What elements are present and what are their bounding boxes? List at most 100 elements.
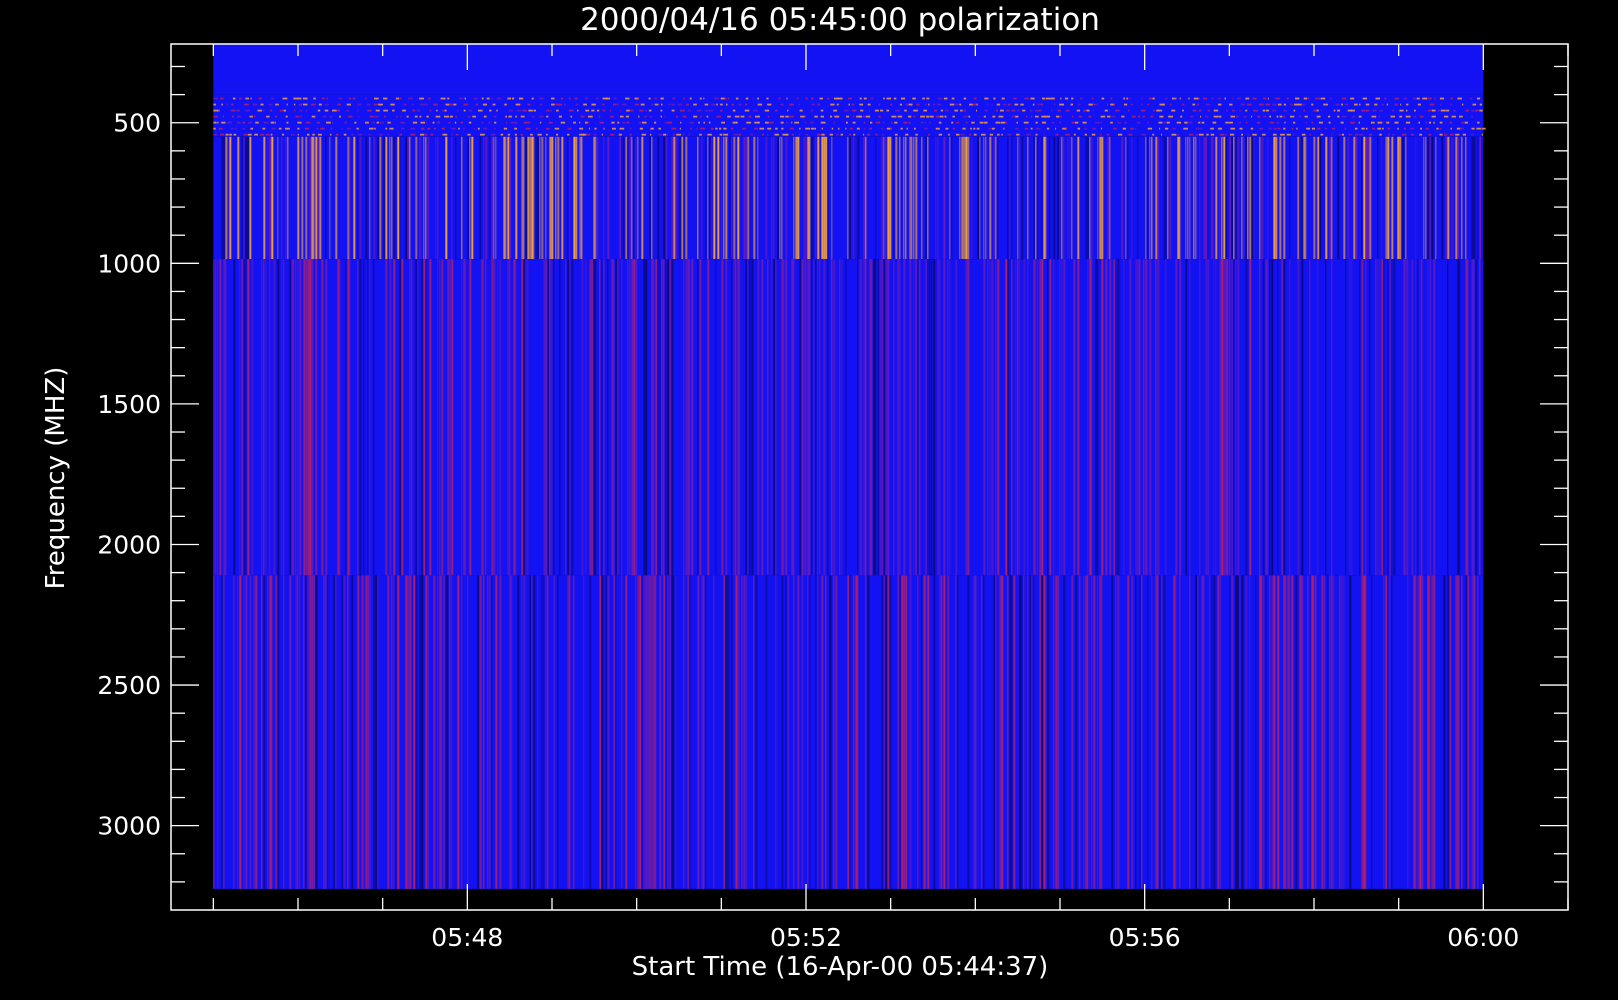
streak: [1213, 575, 1216, 889]
stripe-dot: [275, 103, 279, 106]
stripe-dot: [467, 133, 471, 136]
streak: [1283, 136, 1286, 260]
band-red-vertical-streaks: [213, 575, 1484, 889]
streak: [1173, 575, 1176, 889]
streak: [723, 136, 725, 260]
streak: [673, 136, 676, 260]
streak: [981, 575, 983, 889]
streak: [767, 259, 769, 576]
stripe-dot: [1371, 115, 1377, 118]
stripe-dot: [1374, 103, 1378, 106]
streak: [251, 259, 254, 576]
stripe-dot: [374, 97, 379, 100]
streak: [957, 575, 959, 889]
streak: [965, 259, 968, 576]
streak: [793, 575, 795, 889]
streak: [655, 575, 657, 889]
stripe-dot: [356, 127, 359, 130]
stripe-dot: [935, 127, 940, 130]
stripe-dot: [1382, 127, 1384, 130]
stripe-dot: [1001, 133, 1003, 136]
streak: [1135, 259, 1138, 576]
streak: [657, 259, 659, 576]
stripe-dot: [786, 133, 789, 136]
stripe-dot: [213, 97, 219, 100]
stripe-dot: [903, 121, 908, 124]
stripe-dot: [580, 115, 585, 118]
stripe-dot: [951, 121, 954, 124]
stripe-dot: [306, 133, 310, 136]
stripe-dot: [248, 121, 252, 124]
stripe-dot: [1083, 109, 1087, 112]
streak: [347, 575, 349, 889]
stripe-dot: [923, 109, 928, 112]
streak: [1297, 136, 1300, 260]
streak: [1329, 575, 1331, 889]
streak: [1461, 575, 1463, 889]
stripe-dot: [411, 103, 414, 106]
streak: [917, 259, 919, 576]
stripe-dot: [1337, 109, 1341, 112]
streak: [1417, 575, 1420, 889]
stripe-dot: [1072, 115, 1074, 118]
stripe-dot: [1306, 127, 1311, 130]
stripe-dot: [1358, 121, 1360, 124]
stripe-dot: [467, 115, 471, 118]
streak: [1295, 575, 1298, 889]
stripe-dot: [1101, 127, 1103, 130]
stripe-dot: [612, 127, 616, 130]
stripe-dot: [1230, 127, 1236, 130]
streak: [1343, 575, 1345, 889]
stripe-dot: [1189, 133, 1194, 136]
stripe-dot: [1311, 127, 1316, 130]
streak: [1117, 575, 1120, 889]
stripe-dot: [1104, 109, 1108, 112]
streak: [585, 259, 587, 576]
streak: [493, 259, 496, 576]
stripe-dot: [1251, 115, 1253, 118]
stripe-dot: [637, 97, 639, 100]
streak: [1185, 136, 1187, 260]
stripe-dot: [908, 115, 912, 118]
stripe-dot: [559, 103, 563, 106]
streak: [811, 136, 814, 260]
stripe-dot: [754, 127, 759, 130]
streak: [1089, 259, 1092, 576]
stripe-dot: [1147, 127, 1153, 130]
streak: [1121, 136, 1124, 260]
streak: [1411, 259, 1414, 576]
band-uniform-blue: [213, 44, 1484, 95]
streak: [1189, 136, 1191, 260]
stripe-dot: [1000, 109, 1004, 112]
stripe-dot: [1286, 133, 1291, 136]
stripe-dot: [596, 109, 600, 112]
streak: [827, 136, 829, 260]
stripe-dot: [1303, 97, 1307, 100]
streak: [437, 136, 439, 260]
stripe-dot: [908, 103, 913, 106]
streak: [291, 259, 294, 576]
streak: [245, 259, 247, 576]
streak: [855, 575, 858, 889]
streak: [581, 136, 583, 260]
stripe-dot: [727, 115, 731, 118]
streak: [705, 575, 707, 889]
stripe-dot: [1413, 109, 1416, 112]
stripe-dot: [895, 109, 901, 112]
streak: [773, 136, 775, 260]
streak: [815, 136, 817, 260]
streak: [909, 136, 912, 260]
stripe-dot: [1141, 133, 1147, 136]
stripe-dot: [489, 109, 492, 112]
band-background: [213, 259, 1484, 576]
streak: [687, 575, 690, 889]
stripe-dot: [1041, 115, 1046, 118]
stripe-dot: [1026, 133, 1031, 136]
streak: [247, 259, 250, 576]
stripe-dot: [1053, 103, 1056, 106]
streak: [541, 136, 544, 260]
streak: [1289, 136, 1291, 260]
stripe-dot: [1416, 97, 1420, 100]
stripe-dot: [1232, 109, 1235, 112]
stripe-dot: [293, 97, 298, 100]
